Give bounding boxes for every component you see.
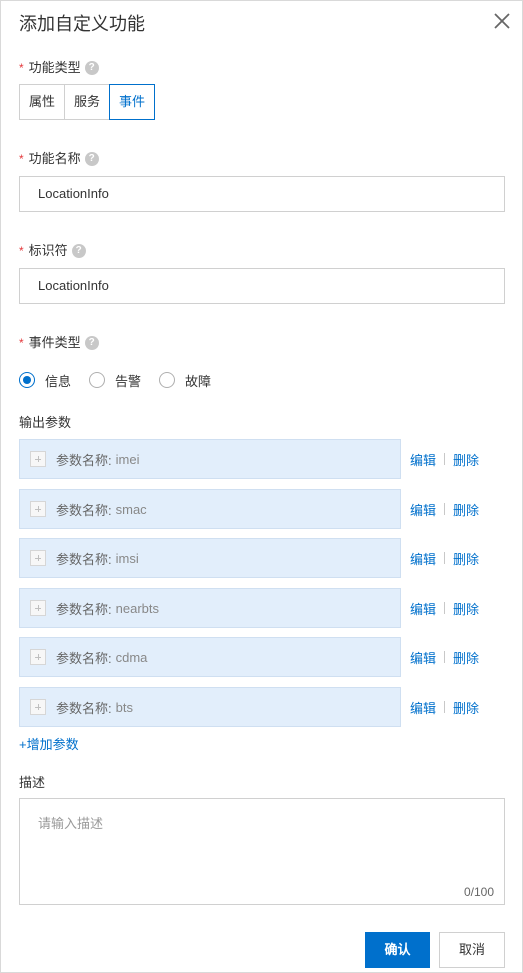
param-prefix: 参数名称: [56,650,112,666]
param-row: 参数名称: smac 编辑 删除 [19,489,505,529]
function-name-label: * 功能名称 ? [19,150,99,168]
event-type-label: * 事件类型 ? [19,334,99,352]
param-row: 参数名称: cdma 编辑 删除 [19,637,505,677]
divider [444,552,446,564]
dialog-title: 添加自定义功能 [19,14,145,34]
radio-circle-icon [89,372,106,388]
expand-icon[interactable] [30,501,46,517]
divider [444,701,446,713]
event-type-radio-fault[interactable]: 故障 [159,371,211,390]
param-name: nearbts [115,600,159,616]
expand-icon[interactable] [30,550,46,566]
edit-param-link[interactable]: 编辑 [410,599,436,618]
param-prefix: 参数名称: [56,700,112,716]
identifier-label-text: 标识符 [28,243,68,258]
function-type-option-property[interactable]: 属性 [19,84,66,120]
identifier-label: * 标识符 ? [19,242,86,260]
description-char-counter: 0/100 [463,885,494,899]
cancel-button[interactable]: 取消 [439,932,505,968]
param-name: smac [115,501,147,517]
param-prefix: 参数名称: [56,601,112,617]
param-name: imsi [115,550,139,566]
divider [444,453,446,465]
event-type-radio-group: 信息 告警 故障 [19,370,229,390]
param-prefix: 参数名称: [56,551,112,567]
event-type-label-text: 事件类型 [28,335,81,350]
param-actions: 编辑 删除 [410,637,479,677]
param-row: 参数名称: imei 编辑 删除 [19,439,505,479]
delete-param-link[interactable]: 删除 [453,549,479,568]
close-icon[interactable] [490,9,514,33]
param-name: cdma [115,649,148,665]
param-name: imei [115,451,140,467]
description-label: 描述 [19,775,46,790]
param-actions: 编辑 删除 [410,538,479,578]
delete-param-link[interactable]: 删除 [453,450,479,469]
add-custom-function-dialog: 添加自定义功能 * 功能类型 ? 属性 服务 事件 * 功能名称 ? Locat… [0,0,523,973]
param-box[interactable]: 参数名称: imei [19,439,401,479]
param-actions: 编辑 删除 [410,588,479,628]
function-name-input[interactable]: LocationInfo [19,176,505,212]
add-param-button[interactable]: +增加参数 [19,734,79,753]
function-type-segmented: 属性 服务 事件 [19,84,156,120]
edit-param-link[interactable]: 编辑 [410,698,436,717]
delete-param-link[interactable]: 删除 [453,698,479,717]
param-box[interactable]: 参数名称: cdma [19,637,401,677]
edit-param-link[interactable]: 编辑 [410,648,436,667]
required-mark: * [19,61,24,75]
divider [444,602,446,614]
expand-icon[interactable] [30,699,46,715]
radio-label: 信息 [45,373,72,389]
radio-circle-icon [19,372,35,388]
function-name-label-text: 功能名称 [28,151,81,166]
help-icon[interactable]: ? [84,152,99,166]
expand-icon[interactable] [30,600,46,616]
description-placeholder: 请输入描述 [38,816,104,831]
divider [444,503,446,515]
delete-param-link[interactable]: 删除 [453,648,479,667]
event-type-radio-info[interactable]: 信息 [19,371,71,390]
radio-circle-icon [159,372,176,388]
required-mark: * [19,152,24,166]
expand-icon[interactable] [30,649,46,665]
param-prefix: 参数名称: [56,502,112,518]
param-actions: 编辑 删除 [410,439,479,479]
radio-label: 故障 [185,373,212,389]
param-box[interactable]: 参数名称: smac [19,489,401,529]
param-actions: 编辑 删除 [410,687,479,727]
param-box[interactable]: 参数名称: bts [19,687,401,727]
delete-param-link[interactable]: 删除 [453,500,479,519]
description-textarea[interactable]: 请输入描述 0/100 [19,798,505,905]
required-mark: * [19,336,24,350]
function-type-option-service[interactable]: 服务 [64,84,111,120]
function-type-label: * 功能类型 ? [19,59,99,77]
function-type-label-text: 功能类型 [28,60,81,75]
radio-label: 告警 [115,373,142,389]
param-row: 参数名称: nearbts 编辑 删除 [19,588,505,628]
identifier-input[interactable]: LocationInfo [19,268,505,304]
help-icon[interactable]: ? [84,61,99,75]
param-row: 参数名称: bts 编辑 删除 [19,687,505,727]
event-type-radio-alert[interactable]: 告警 [89,371,141,390]
param-prefix: 参数名称: [56,452,112,468]
required-mark: * [19,244,24,258]
param-name: bts [115,699,133,715]
divider [444,651,446,663]
expand-icon[interactable] [30,451,46,467]
edit-param-link[interactable]: 编辑 [410,500,436,519]
help-icon[interactable]: ? [84,336,99,350]
edit-param-link[interactable]: 编辑 [410,549,436,568]
param-actions: 编辑 删除 [410,489,479,529]
function-type-option-event[interactable]: 事件 [109,84,156,120]
param-box[interactable]: 参数名称: imsi [19,538,401,578]
param-row: 参数名称: imsi 编辑 删除 [19,538,505,578]
param-box[interactable]: 参数名称: nearbts [19,588,401,628]
confirm-button[interactable]: 确认 [365,932,430,968]
output-params-label: 输出参数 [19,415,72,430]
help-icon[interactable]: ? [71,244,86,258]
delete-param-link[interactable]: 删除 [453,599,479,618]
edit-param-link[interactable]: 编辑 [410,450,436,469]
